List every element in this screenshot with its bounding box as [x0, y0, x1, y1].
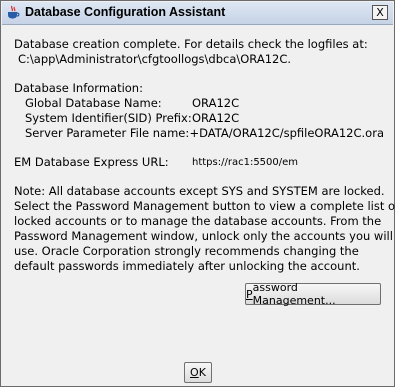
log-path: C:\app\Administrator\cfgtoollogs\dbca\OR… [18, 52, 292, 66]
dialog-window: Database Configuration Assistant X Datab… [0, 0, 395, 387]
java-coffee-icon [6, 5, 20, 20]
close-button[interactable]: X [372, 5, 388, 20]
info-value: ORA12C [192, 111, 240, 125]
info-label: Global Database Name: [25, 96, 162, 110]
note-line: Note: All database accounts except SYS a… [14, 184, 385, 198]
note-line: default passwords immediately after unlo… [14, 259, 360, 273]
password-management-mnemonic: P [246, 287, 253, 301]
completion-message: Database creation complete. For details … [14, 37, 368, 51]
ok-button[interactable]: OK [184, 362, 212, 383]
ok-label: K [198, 366, 206, 379]
em-url-label: EM Database Express URL: [14, 155, 169, 169]
note-line: Password Management window, unlock only … [14, 229, 393, 243]
info-row-sid-prefix: System Identifier(SID) Prefix: ORA12C [14, 111, 384, 126]
ok-mnemonic: O [190, 366, 199, 379]
window-title: Database Configuration Assistant [25, 5, 226, 19]
password-management-label: assword Management... [252, 281, 336, 307]
note-section: Note: All database accounts except SYS a… [14, 184, 395, 274]
completion-section: Database creation complete. For details … [14, 37, 384, 67]
info-row-spfile: Server Parameter File name: +DATA/ORA12C… [14, 126, 384, 141]
em-url-row: EM Database Express URL: https://rac1:55… [14, 155, 384, 170]
info-label: System Identifier(SID) Prefix: [25, 111, 192, 125]
em-express-section: EM Database Express URL: https://rac1:55… [14, 155, 384, 170]
note-line: locked accounts or to manage the databas… [14, 214, 382, 228]
info-row-global-name: Global Database Name: ORA12C [14, 96, 384, 111]
close-icon: X [376, 6, 384, 19]
note-line: use. Oracle Corporation strongly recomme… [14, 244, 359, 258]
dialog-content: Database creation complete. For details … [14, 37, 395, 288]
info-value: +DATA/ORA12C/spfileORA12C.ora [189, 126, 385, 140]
em-url-value: https://rac1:5500/em [192, 157, 299, 168]
password-management-button[interactable]: Password Management... [245, 281, 381, 307]
info-value: ORA12C [192, 96, 240, 110]
title-bar[interactable]: Database Configuration Assistant X [2, 2, 393, 25]
note-line: Select the Password Management button to… [14, 199, 395, 213]
database-info-heading: Database Information: [14, 81, 143, 95]
database-info-section: Database Information: Global Database Na… [14, 81, 384, 141]
info-label: Server Parameter File name: [25, 126, 190, 140]
